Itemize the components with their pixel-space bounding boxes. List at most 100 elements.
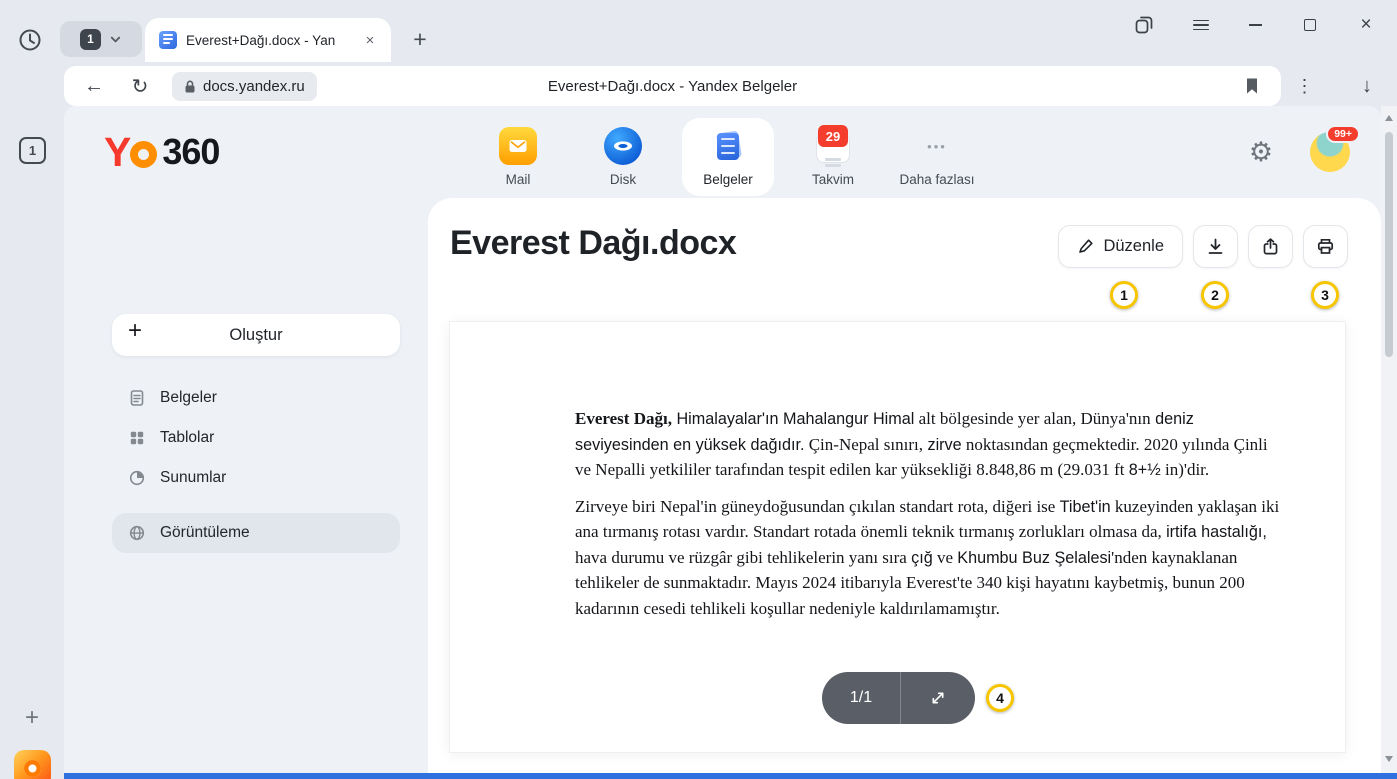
- scroll-down-arrow[interactable]: [1381, 751, 1397, 767]
- sidebar-item-sunumlar[interactable]: Sunumlar: [112, 458, 400, 498]
- viewer-toolbar: 1/1: [822, 672, 975, 724]
- page-indicator: 1/1: [822, 672, 900, 724]
- bookmark-icon: [1244, 77, 1260, 95]
- nav-item-mail[interactable]: Mail: [472, 118, 564, 196]
- browser-menu-button[interactable]: [1184, 8, 1218, 42]
- annotation-callout-2: 2: [1201, 281, 1229, 309]
- address-bar: ← ↻ docs.yandex.ru Everest+Dağı.docx - Y…: [64, 66, 1281, 106]
- download-button[interactable]: [1193, 225, 1238, 268]
- yandex-360-logo[interactable]: Y 360: [104, 128, 219, 176]
- share-icon: [1261, 237, 1280, 256]
- nav-label: Disk: [610, 172, 636, 187]
- browser-tab[interactable]: Everest+Dağı.docx - Yan ×: [145, 18, 391, 62]
- sidebar-item-belgeler[interactable]: Belgeler: [112, 378, 400, 418]
- nav-label: Belgeler: [703, 172, 753, 187]
- tab-strip: 1 Everest+Dağı.docx - Yan × +: [0, 0, 1397, 62]
- edit-button[interactable]: Düzenle: [1058, 225, 1183, 268]
- print-button[interactable]: [1303, 225, 1348, 268]
- hamburger-icon: [1193, 20, 1209, 31]
- webpage: Y 360 Mail Disk Be: [64, 106, 1381, 773]
- scrollbar-thumb[interactable]: [1385, 132, 1393, 357]
- maximize-button[interactable]: [1293, 8, 1327, 42]
- annotation-callout-1: 1: [1110, 281, 1138, 309]
- domain-chip[interactable]: docs.yandex.ru: [172, 72, 317, 101]
- history-clock-button[interactable]: [15, 25, 45, 55]
- logo-ring-icon: [130, 141, 157, 168]
- nav-item-belgeler[interactable]: Belgeler: [682, 118, 774, 196]
- expand-icon: [929, 689, 947, 707]
- downloads-button[interactable]: ↓: [1351, 70, 1383, 102]
- table-grid-icon: [128, 429, 146, 447]
- new-tab-button[interactable]: +: [404, 23, 436, 55]
- tab-group-control[interactable]: 1: [60, 21, 142, 57]
- side-panel-tab[interactable]: 1: [19, 137, 46, 164]
- docs-favicon-icon: [159, 31, 177, 49]
- scroll-up-arrow[interactable]: [1381, 110, 1397, 126]
- bottom-accent-strip: [64, 773, 1397, 779]
- sidebar-item-label: Sunumlar: [160, 469, 226, 487]
- document-title: Everest Dağı.docx: [450, 224, 736, 263]
- clock-icon: [17, 27, 43, 53]
- nav-item-more[interactable]: ••• Daha fazlası: [891, 118, 983, 196]
- panels-icon: [1134, 15, 1154, 35]
- bookmark-button[interactable]: [1237, 71, 1267, 101]
- app-sidebar: + Oluştur Belgeler Tablolar: [64, 198, 428, 773]
- logo-y-mark: Y: [104, 129, 129, 176]
- nav-label: Takvim: [812, 172, 854, 187]
- disk-icon: [604, 127, 642, 165]
- document-text: Everest Dağı, Himalayalar'ın Mahalangur …: [575, 406, 1280, 632]
- back-button[interactable]: ←: [78, 70, 110, 102]
- tab-group-count-badge: 1: [80, 29, 101, 50]
- edit-button-label: Düzenle: [1103, 237, 1164, 256]
- tab-close-button[interactable]: ×: [359, 29, 381, 51]
- sidebar-item-label: Belgeler: [160, 389, 217, 407]
- share-button[interactable]: [1248, 225, 1293, 268]
- sidebar-item-goruntuleme[interactable]: Görüntüleme: [112, 513, 400, 553]
- create-button[interactable]: + Oluştur: [112, 314, 400, 356]
- nav-label: Mail: [506, 172, 531, 187]
- settings-gear-button[interactable]: ⚙: [1243, 134, 1279, 170]
- paragraph: Zirveye biri Nepal'in güneydoğusundan çı…: [575, 494, 1280, 622]
- pencil-icon: [1077, 238, 1094, 255]
- account-avatar[interactable]: 99+: [1310, 132, 1350, 172]
- presentation-pie-icon: [128, 469, 146, 487]
- document-viewer-card: Everest Dağı.docx Düzenle: [428, 198, 1381, 773]
- minimize-button[interactable]: [1238, 8, 1272, 42]
- page-actions-kebab-button[interactable]: ⋮: [1289, 70, 1321, 102]
- plus-icon: +: [128, 319, 142, 343]
- yandex-browser-logo-icon[interactable]: [14, 750, 51, 779]
- page-scrollbar[interactable]: [1381, 106, 1397, 773]
- nav-label: Daha fazlası: [899, 172, 974, 187]
- notification-count-badge: 99+: [1326, 125, 1360, 143]
- window-close-button[interactable]: ×: [1349, 8, 1383, 42]
- chevron-down-icon: [109, 33, 122, 46]
- globe-icon: [128, 524, 146, 542]
- logo-360-text: 360: [162, 131, 219, 173]
- lock-icon: [184, 79, 196, 94]
- sidebar-item-tablolar[interactable]: Tablolar: [112, 418, 400, 458]
- documents-icon: [709, 127, 747, 165]
- calendar-date-badge: 29: [818, 125, 848, 147]
- download-icon: [1206, 237, 1225, 256]
- calendar-icon: 29: [814, 127, 852, 165]
- domain-text: docs.yandex.ru: [203, 78, 305, 95]
- app-header: Y 360 Mail Disk Be: [64, 106, 1381, 198]
- strip-add-button[interactable]: +: [18, 704, 46, 732]
- nav-item-disk[interactable]: Disk: [577, 118, 669, 196]
- browser-side-strip: 1 + …: [0, 62, 64, 779]
- mail-icon: [499, 127, 537, 165]
- document-icon: [128, 389, 146, 407]
- browser-window: 1 Everest+Dağı.docx - Yan × +: [0, 0, 1397, 779]
- fullscreen-button[interactable]: [901, 672, 975, 724]
- annotation-callout-3: 3: [1311, 281, 1339, 309]
- maximize-icon: [1304, 19, 1316, 31]
- document-actions: Düzenle: [1058, 225, 1348, 268]
- create-button-label: Oluştur: [229, 326, 282, 345]
- printer-icon: [1316, 237, 1335, 256]
- annotation-callout-4: 4: [986, 684, 1014, 712]
- nav-item-takvim[interactable]: 29 Takvim: [787, 118, 879, 196]
- reload-button[interactable]: ↻: [124, 70, 156, 102]
- more-dots-icon: •••: [918, 127, 956, 165]
- sidebar-item-label: Tablolar: [160, 429, 214, 447]
- side-panels-button[interactable]: [1127, 8, 1161, 42]
